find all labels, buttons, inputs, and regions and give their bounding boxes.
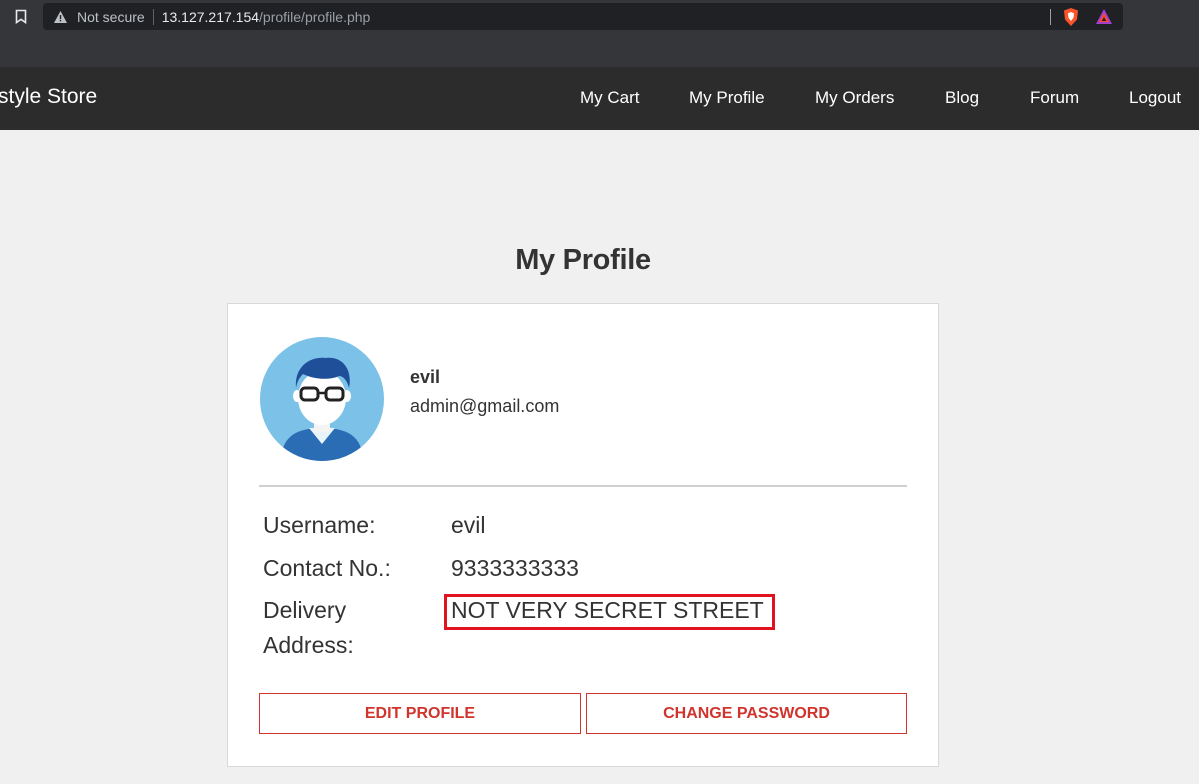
page-title: My Profile xyxy=(515,244,651,276)
profile-name: evil xyxy=(410,367,441,387)
highlight-box xyxy=(444,594,775,630)
profile-email: admin@gmail.com xyxy=(410,396,560,416)
address-bar[interactable]: Not secure 13.127.217.154 /profile/profi… xyxy=(43,3,1123,30)
profile-card: evil admin@gmail.com Username: evil Cont… xyxy=(227,303,939,767)
contact-value: 9333333333 xyxy=(451,555,579,581)
avatar xyxy=(259,336,385,462)
edit-profile-button[interactable]: EDIT PROFILE xyxy=(259,693,581,734)
rewards-icon[interactable] xyxy=(1095,8,1113,26)
nav-my-cart[interactable]: My Cart xyxy=(580,88,640,108)
brand-logo[interactable]: style Store xyxy=(0,85,97,109)
nav-my-orders[interactable]: My Orders xyxy=(815,88,894,108)
url-divider xyxy=(1050,9,1051,25)
url-separator xyxy=(152,8,154,25)
url-host[interactable]: 13.127.217.154 xyxy=(162,9,259,25)
url-path[interactable]: /profile/profile.php xyxy=(259,9,370,25)
contact-label: Contact No.: xyxy=(263,555,391,581)
username-value: evil xyxy=(451,512,486,538)
nav-my-profile[interactable]: My Profile xyxy=(689,88,765,108)
address-label: Delivery Address: xyxy=(263,597,354,658)
username-label: Username: xyxy=(263,512,376,538)
warning-icon[interactable] xyxy=(53,9,69,25)
nav-forum[interactable]: Forum xyxy=(1030,88,1079,108)
bookmark-icon[interactable] xyxy=(12,6,30,26)
change-password-button[interactable]: CHANGE PASSWORD xyxy=(586,693,907,734)
divider xyxy=(259,485,907,487)
security-label[interactable]: Not secure xyxy=(77,9,145,25)
site-navbar: style Store My Cart My Profile My Orders… xyxy=(0,67,1199,130)
nav-logout[interactable]: Logout xyxy=(1129,88,1181,108)
nav-blog[interactable]: Blog xyxy=(945,88,979,108)
brave-shield-icon[interactable] xyxy=(1061,7,1081,27)
browser-toolbar: Not secure 13.127.217.154 /profile/profi… xyxy=(0,0,1199,67)
